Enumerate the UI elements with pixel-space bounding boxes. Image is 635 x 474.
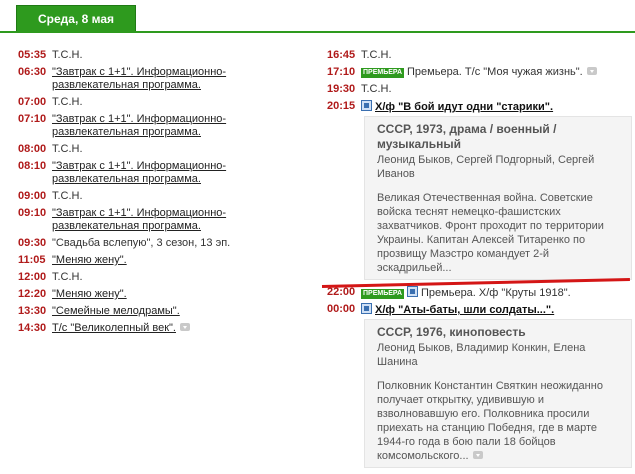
film-icon [361, 303, 372, 314]
show-time: 08:10 [18, 160, 47, 172]
show-time: 09:30 [18, 237, 47, 249]
show-link[interactable]: "Семейные мелодрамы". [52, 305, 180, 317]
show-time: 11:05 [18, 254, 46, 266]
show-time: 08:00 [18, 143, 47, 155]
schedule-row: 12:00 Т.С.Н. [18, 271, 308, 284]
show-link[interactable]: "Завтрак с 1+1". Информационно-развлекат… [52, 113, 226, 138]
show-title: Т.С.Н. [361, 49, 392, 61]
schedule-row: 17:10 ПРЕМЬЕРА Премьера. Т/с "Моя чужая ж… [327, 66, 632, 79]
show-title: Т.С.Н. [361, 83, 392, 95]
date-tab[interactable]: Среда, 8 мая [16, 5, 136, 32]
show-meta: СССР, 1973, драма / военный / музыкальны… [377, 122, 557, 151]
show-link[interactable]: "Завтрак с 1+1". Информационно-развлекат… [52, 207, 226, 232]
show-link[interactable]: "Меняю жену". [52, 254, 127, 266]
tab-underline [0, 31, 635, 33]
schedule-row: 12:20 "Меняю жену". [18, 288, 308, 301]
schedule-row: 05:35 Т.С.Н. [18, 49, 308, 62]
schedule-row: 06:30 "Завтрак с 1+1". Информационно-разв… [18, 66, 308, 92]
show-time: 20:15 [327, 100, 356, 112]
show-meta: СССР, 1976, киноповесть [377, 325, 526, 339]
expand-icon[interactable] [586, 67, 597, 75]
show-time: 14:30 [18, 322, 47, 334]
schedule-row: 07:10 "Завтрак с 1+1". Информационно-разв… [18, 113, 308, 139]
show-title: Премьера. Т/с "Моя чужая жизнь". [407, 66, 583, 78]
schedule-row: 11:05 "Меняю жену". [18, 254, 308, 267]
show-title: "Свадьба вслепую", 3 сезон, 13 эп. [52, 237, 231, 249]
show-time: 19:30 [327, 83, 356, 95]
show-link[interactable]: "Завтрак с 1+1". Информационно-развлекат… [52, 66, 226, 91]
show-details-card: СССР, 1973, драма / военный / музыкальны… [364, 116, 632, 280]
film-icon [361, 100, 372, 111]
show-title: Т.С.Н. [52, 49, 83, 61]
show-link[interactable]: "Меняю жену". [52, 288, 127, 300]
schedule-row: 13:30 "Семейные мелодрамы". [18, 305, 308, 318]
show-description: Великая Отечественная война. Советские в… [377, 192, 604, 274]
show-time: 07:00 [18, 96, 47, 108]
show-time: 07:10 [18, 113, 47, 125]
schedule-row: 07:00 Т.С.Н. [18, 96, 308, 109]
schedule-row: 14:30 Т/с "Великолепный век". [18, 322, 308, 335]
schedule-row: 08:10 "Завтрак с 1+1". Информационно-разв… [18, 160, 308, 186]
show-time: 09:10 [18, 207, 47, 219]
show-time: 06:30 [18, 66, 47, 78]
show-title: Премьера. Х/ф "Круты 1918". [421, 287, 571, 299]
schedule-row: 19:30 Т.С.Н. [327, 83, 632, 96]
expand-icon[interactable] [472, 451, 483, 459]
show-link[interactable]: Х/ф "Аты-баты, шли солдаты...". [375, 304, 554, 316]
premiere-badge: ПРЕМЬЕРА [361, 68, 405, 78]
film-icon [407, 286, 419, 297]
show-link[interactable]: "Завтрак с 1+1". Информационно-развлекат… [52, 160, 226, 185]
show-time: 12:00 [18, 271, 47, 283]
show-title: Т.С.Н. [52, 271, 83, 283]
show-time: 17:10 [327, 66, 356, 78]
schedule-row: 09:10 "Завтрак с 1+1". Информационно-разв… [18, 207, 308, 233]
show-title: Т.С.Н. [52, 143, 83, 155]
schedule-row: 08:00 Т.С.Н. [18, 143, 308, 156]
show-description: Полковник Константин Святкин неожиданно … [377, 380, 603, 462]
show-link[interactable]: Т/с "Великолепный век". [52, 322, 176, 334]
schedule-row: 20:15 Х/ф "В бой идут одни "старики". [327, 100, 632, 114]
show-cast: Леонид Быков, Сергей Подгорный, Сергей И… [377, 154, 595, 180]
show-time: 13:30 [18, 305, 47, 317]
right-schedule: 16:45 Т.С.Н. 17:10 ПРЕМЬЕРА Премьера. Т/с… [327, 49, 632, 474]
show-time: 00:00 [327, 303, 356, 315]
show-time: 22:00 [327, 286, 356, 298]
schedule-row: 09:00 Т.С.Н. [18, 190, 308, 203]
left-schedule: 05:35 Т.С.Н. 06:30 "Завтрак с 1+1". Информа… [18, 49, 308, 339]
show-title: Т.С.Н. [52, 96, 83, 108]
show-time: 09:00 [18, 190, 47, 202]
schedule-row: 09:30 "Свадьба вслепую", 3 сезон, 13 эп. [18, 237, 308, 250]
show-title: Т.С.Н. [52, 190, 83, 202]
schedule-row: 16:45 Т.С.Н. [327, 49, 632, 62]
expand-icon[interactable] [180, 323, 190, 331]
schedule-row: 22:00 ПРЕМЬЕРА Премьера. Х/ф "Круты 1918"… [327, 286, 632, 300]
schedule-row: 00:00 Х/ф "Аты-баты, шли солдаты...". [327, 303, 632, 317]
show-time: 12:20 [18, 288, 47, 300]
premiere-badge: ПРЕМЬЕРА [361, 289, 405, 299]
show-time: 16:45 [327, 49, 356, 61]
show-time: 05:35 [18, 49, 47, 61]
show-link[interactable]: Х/ф "В бой идут одни "старики". [375, 101, 553, 113]
show-details-card: СССР, 1976, киноповесть Леонид Быков, Вл… [364, 319, 632, 468]
show-cast: Леонид Быков, Владимир Конкин, Елена Шан… [377, 342, 586, 368]
